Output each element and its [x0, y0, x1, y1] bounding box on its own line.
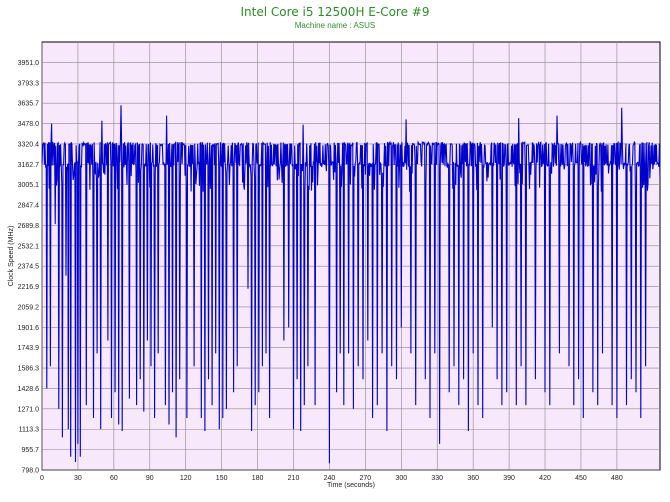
- clock-speed-chart: 798.0 955.7 1113.3 1271.0 1428.6 1586.3 1743.9…: [8, 41, 661, 489]
- x-tick-label: 300: [395, 475, 407, 482]
- y-tick-label: 2216.9: [18, 284, 40, 291]
- y-tick-label: 3635.7: [18, 101, 40, 108]
- y-tick-label: 1586.3: [18, 366, 40, 373]
- y-tick-label: 1428.6: [18, 386, 40, 393]
- y-tick-label: 3162.7: [18, 162, 40, 169]
- x-tick-label: 0: [40, 475, 44, 482]
- x-tick-label: 210: [288, 475, 300, 482]
- y-tick-label: 3951.0: [18, 60, 40, 67]
- x-tick-label: 360: [467, 475, 479, 482]
- y-tick-label: 2689.8: [18, 223, 40, 230]
- y-tick-label: 1743.9: [18, 345, 40, 352]
- y-tick-label: 1271.0: [18, 406, 40, 413]
- y-tick-label: 2059.2: [18, 304, 40, 311]
- x-axis-label: Time (seconds): [327, 482, 375, 489]
- y-tick-label: 2532.1: [18, 243, 40, 250]
- x-tick-label: 480: [611, 475, 623, 482]
- y-tick-label: 3005.1: [18, 182, 40, 189]
- x-tick-label: 330: [431, 475, 443, 482]
- x-tick-label: 180: [252, 475, 264, 482]
- x-tick-label: 30: [74, 475, 82, 482]
- y-tick-label: 955.7: [21, 447, 39, 454]
- x-tick-label: 270: [360, 475, 372, 482]
- x-tick-label: 240: [324, 475, 336, 482]
- y-tick-label: 2847.4: [18, 203, 40, 210]
- x-tick-label: 150: [216, 475, 228, 482]
- y-axis-ticks: 798.0 955.7 1113.3 1271.0 1428.6 1586.3 1743.9…: [18, 60, 40, 475]
- y-tick-label: 1113.3: [19, 427, 39, 434]
- y-tick-label: 798.0: [21, 468, 39, 475]
- y-tick-label: 2374.5: [18, 264, 40, 271]
- x-tick-label: 420: [539, 475, 551, 482]
- y-tick-label: 3793.3: [18, 80, 40, 87]
- y-tick-label: 3478.0: [18, 121, 40, 128]
- x-tick-label: 390: [503, 475, 515, 482]
- y-tick-label: 1901.6: [18, 325, 40, 332]
- y-tick-label: 3320.4: [18, 141, 40, 148]
- x-tick-label: 450: [575, 475, 587, 482]
- x-axis-ticks: 0 30 60 90 120 150 180 210 240 270 300 330 360 390 420…: [40, 475, 623, 482]
- x-tick-label: 60: [110, 475, 118, 482]
- y-axis-label: Clock Speed (MHz): [8, 226, 15, 287]
- plot-area: [41, 41, 661, 471]
- x-tick-label: 90: [146, 475, 154, 482]
- x-tick-label: 120: [180, 475, 192, 482]
